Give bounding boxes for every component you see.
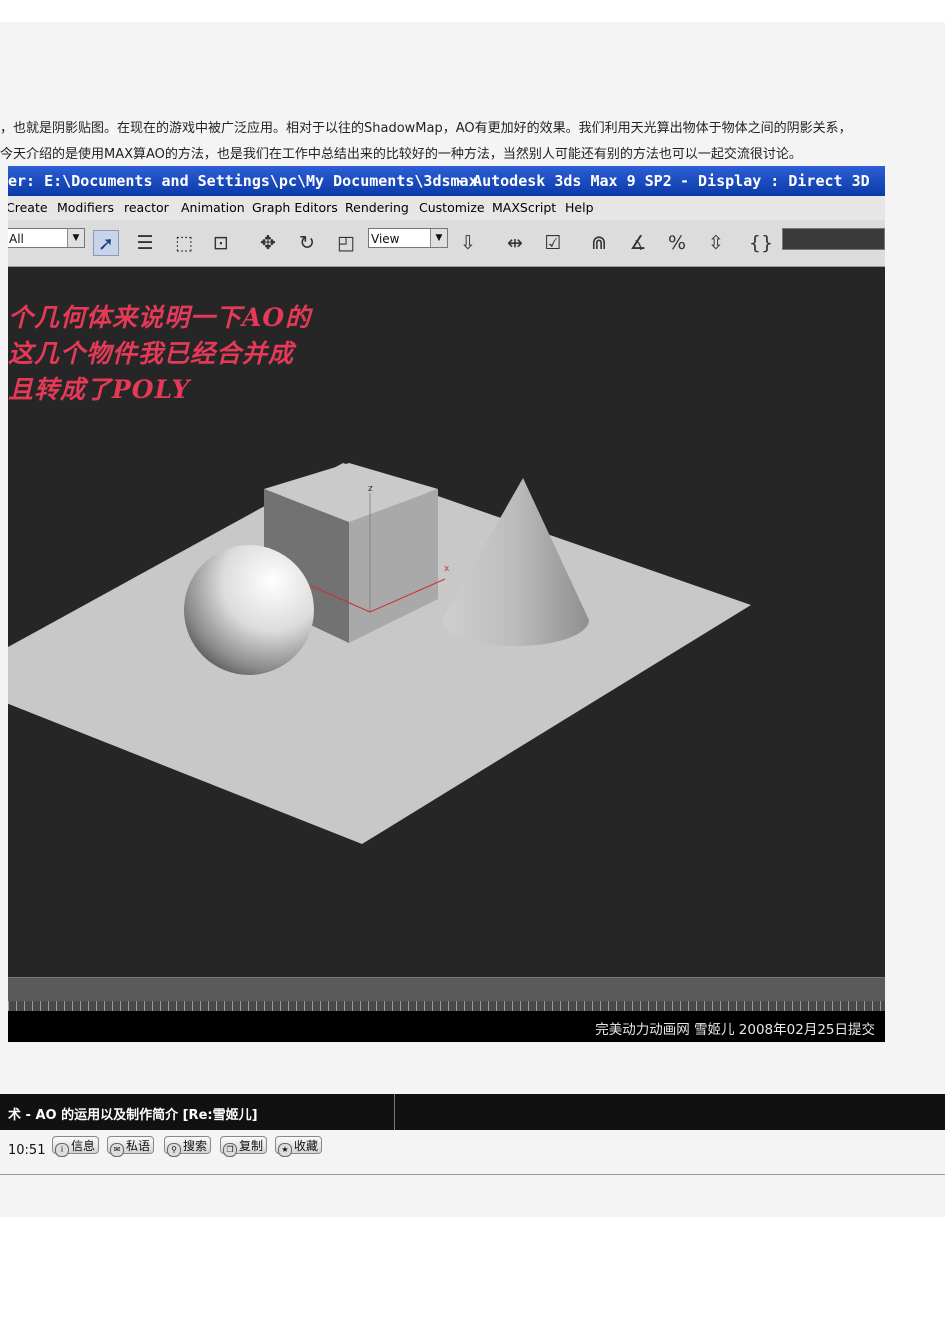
status-bar: 完美动力动画网 雪姬儿 2008年02月25日提交 (8, 1011, 885, 1042)
named-selection-set-field[interactable] (782, 228, 885, 250)
3dsmax-screenshot: er: E:\Documents and Settings\pc\My Docu… (8, 166, 885, 1042)
private-message-button[interactable]: ✉ 私语 (107, 1136, 155, 1157)
select-icon[interactable]: ➚ (93, 230, 119, 256)
mirror-icon[interactable]: ⇹ (502, 230, 528, 256)
axis-label-x: x (444, 564, 450, 574)
favorite-button[interactable]: ★ 收藏 (275, 1136, 323, 1157)
percent-snap-icon[interactable]: % (664, 230, 690, 256)
menu-modifiers[interactable]: Modifiers (57, 200, 114, 215)
angle-snap-icon[interactable]: ∡ (625, 230, 651, 256)
info-button-label: 信息 (71, 1139, 96, 1153)
submission-watermark: 完美动力动画网 雪姬儿 2008年02月25日提交 (595, 1022, 875, 1038)
menu-reactor[interactable]: reactor (124, 200, 169, 215)
search-button[interactable]: ⚲ 搜索 (164, 1136, 212, 1157)
post-time: 10:51 (8, 1143, 46, 1158)
spinner-snap-icon[interactable]: ⇳ (703, 230, 729, 256)
favorite-icon: ★ (278, 1143, 292, 1157)
chevron-down-icon: ▼ (430, 229, 447, 247)
post-action-row: 10:51 i 信息 ✉ 私语 ⚲ 搜索 ❐ 复制 ★ 收藏 (0, 1130, 945, 1175)
article-paragraph-line-1: ，也就是阴影贴图。在现在的游戏中被广泛应用。相对于以往的ShadowMap，AO… (0, 121, 852, 136)
selection-filter-dropdown[interactable]: All ▼ (8, 228, 85, 248)
title-app: - Autodesk 3ds Max 9 SP2 (455, 172, 672, 190)
menu-animation[interactable]: Animation (181, 200, 245, 215)
align-icon[interactable]: ☑ (540, 230, 566, 256)
move-icon[interactable]: ✥ (255, 230, 281, 256)
window-title-bar: er: E:\Documents and Settings\pc\My Docu… (8, 166, 885, 196)
private-message-label: 私语 (126, 1139, 151, 1153)
reference-coord-value: View (371, 232, 400, 246)
pivot-icon[interactable]: ⇩ (455, 230, 481, 256)
window-crossing-icon[interactable]: ⊡ (208, 230, 234, 256)
main-toolbar: All ▼ ➚ ☰ ⬚ ⊡ ✥ ↻ ◰ View ▼ ⇩ ⇹ ☑ ⋒ ∡ % ⇳… (8, 220, 885, 267)
region-select-icon[interactable]: ⬚ (171, 230, 197, 256)
snap-3d-icon[interactable]: ⋒ (586, 230, 612, 256)
named-selection-icon[interactable]: {} (748, 230, 774, 256)
menu-customize[interactable]: Customize (419, 200, 485, 215)
axis-label-z: z (368, 484, 373, 494)
select-by-name-icon[interactable]: ☰ (132, 230, 158, 256)
search-icon: ⚲ (167, 1143, 181, 1157)
sphere (184, 545, 314, 675)
copy-button-label: 复制 (239, 1139, 264, 1153)
copy-icon: ❐ (223, 1143, 237, 1157)
selection-filter-value: All (9, 232, 24, 246)
info-icon: i (55, 1143, 69, 1157)
rotate-icon[interactable]: ↻ (294, 230, 320, 256)
menu-create[interactable]: Create (8, 200, 48, 215)
copy-button[interactable]: ❐ 复制 (220, 1136, 268, 1157)
scene-svg: z y x (8, 463, 751, 844)
search-button-label: 搜索 (183, 1139, 208, 1153)
message-icon: ✉ (110, 1143, 124, 1157)
article-paragraph-line-2: 今天介绍的是使用MAX算AO的方法，也是我们在工作中总结出来的比较好的一种方法，… (0, 147, 802, 162)
title-display: - Display : Direct 3D (680, 172, 870, 190)
menu-rendering[interactable]: Rendering (345, 200, 409, 215)
menu-maxscript[interactable]: MAXScript (492, 200, 556, 215)
info-button[interactable]: i 信息 (52, 1136, 100, 1157)
menu-graph-editors[interactable]: Graph Editors (252, 200, 338, 215)
perspective-viewport[interactable]: 个几何体来说明一下AO的 这几个物件我已经合并成 且转成了POLY z x (8, 267, 885, 975)
thread-title-bar: 术 - AO 的运用以及制作简介 [Re:雪姬儿] (0, 1094, 945, 1130)
timeline-ruler[interactable] (8, 1001, 885, 1011)
chevron-down-icon: ▼ (67, 229, 84, 247)
reference-coord-dropdown[interactable]: View ▼ (368, 228, 448, 248)
title-bar-divider (394, 1094, 395, 1130)
favorite-button-label: 收藏 (294, 1139, 319, 1153)
title-path: er: E:\Documents and Settings\pc\My Docu… (8, 172, 478, 190)
time-slider-track[interactable] (8, 977, 885, 1002)
scale-icon[interactable]: ◰ (333, 230, 359, 256)
menu-help[interactable]: Help (565, 200, 594, 215)
menu-bar: Create Modifiers reactor Animation Graph… (8, 196, 885, 220)
thread-title[interactable]: 术 - AO 的运用以及制作简介 [Re:雪姬儿] (8, 1104, 258, 1123)
